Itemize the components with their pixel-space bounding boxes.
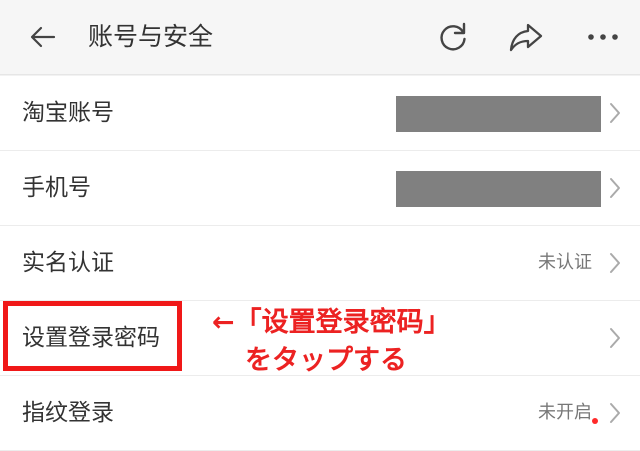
annotation-text-line2: をタップする — [245, 345, 407, 376]
share-icon[interactable] — [508, 20, 544, 54]
refresh-icon[interactable] — [436, 20, 470, 54]
row-label: 实名认证 — [22, 250, 114, 276]
back-arrow-icon[interactable] — [28, 22, 58, 52]
account-settings-list: 淘宝账号 手机号 实名认证 未认证 设置登录密码 指纹登录 未开启 — [0, 76, 640, 451]
row-phone-number[interactable]: 手机号 — [0, 151, 640, 226]
chevron-right-icon — [610, 253, 620, 273]
row-real-name-verification[interactable]: 实名认证 未认证 — [0, 226, 640, 301]
annotation-text-line1: ←「设置登录密码」 — [212, 307, 451, 338]
row-label: 淘宝账号 — [22, 100, 114, 126]
row-fingerprint-login[interactable]: 指纹登录 未开启 — [0, 376, 640, 451]
notification-dot — [592, 418, 598, 424]
chevron-right-icon — [610, 103, 620, 123]
row-taobao-account[interactable]: 淘宝账号 — [0, 76, 640, 151]
chevron-right-icon — [610, 178, 620, 198]
chevron-right-icon — [610, 403, 620, 423]
highlight-box — [3, 301, 182, 371]
row-label: 指纹登录 — [22, 400, 114, 426]
more-options-icon[interactable] — [586, 24, 620, 50]
row-status: 未开启 — [538, 402, 592, 423]
row-label: 手机号 — [22, 175, 91, 201]
row-status: 未认证 — [538, 252, 592, 273]
top-bar: 账号与安全 — [0, 0, 640, 75]
page-title: 账号与安全 — [88, 22, 214, 51]
chevron-right-icon — [610, 328, 620, 348]
redacted-value — [396, 171, 601, 207]
redacted-value — [396, 96, 601, 132]
